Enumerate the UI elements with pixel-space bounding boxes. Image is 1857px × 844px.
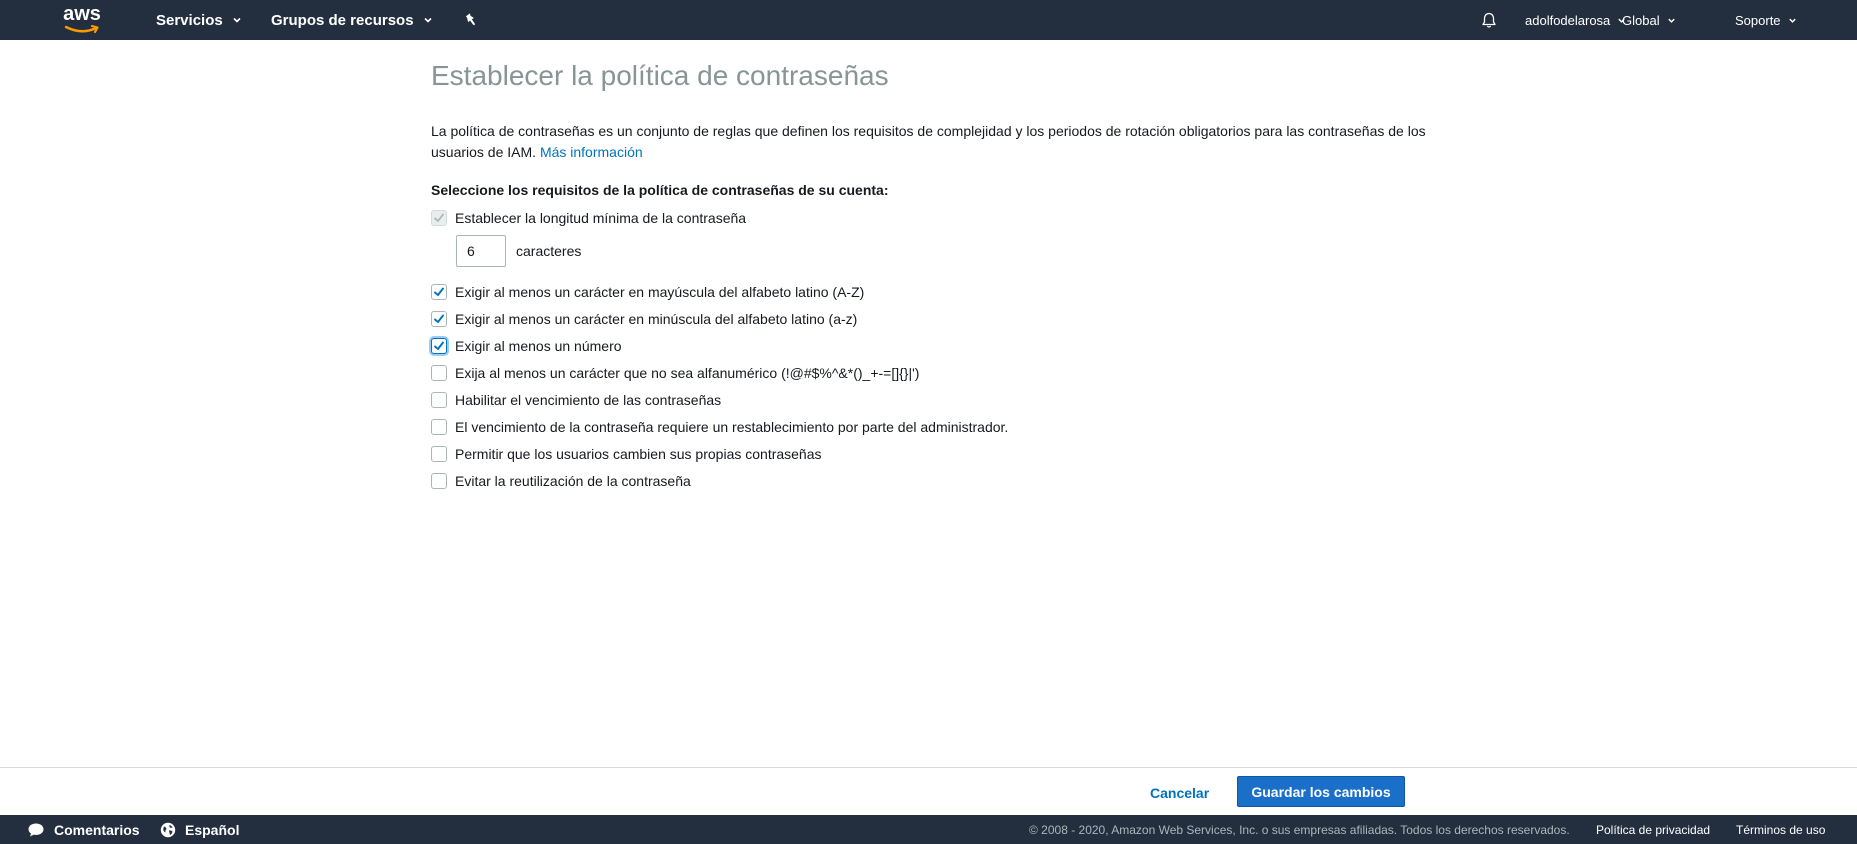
prevent-reuse-label: Evitar la reutilización de la contraseña	[455, 472, 691, 489]
bell-icon	[1482, 12, 1496, 28]
cancel-button[interactable]: Cancelar	[1140, 778, 1219, 808]
option-lowercase[interactable]: Exigir al menos un carácter en minúscula…	[431, 305, 1441, 332]
terms-of-use-link[interactable]: Términos de uso	[1736, 815, 1825, 844]
password-policy-form: Establecer la política de contraseñas La…	[431, 58, 1441, 494]
admin-reset-checkbox[interactable]	[431, 418, 447, 435]
user-menu[interactable]: adolfodelarosa	[1525, 0, 1626, 40]
symbol-label: Exija al menos un carácter que no sea al…	[455, 364, 920, 381]
feedback-label: Comentarios	[54, 821, 140, 838]
user-menu-label: adolfodelarosa	[1525, 12, 1611, 28]
number-checkbox[interactable]	[431, 337, 447, 354]
top-navigation-bar: aws Servicios Grupos de recursos adolfod…	[0, 0, 1857, 40]
option-min-length: Establecer la longitud mínima de la cont…	[431, 204, 1441, 231]
lowercase-label: Exigir al menos un carácter en minúscula…	[455, 310, 858, 327]
services-menu[interactable]: Servicios	[156, 0, 242, 40]
chevron-down-icon	[233, 17, 241, 23]
option-number[interactable]: Exigir al menos un número	[431, 332, 1441, 359]
option-admin-reset[interactable]: El vencimiento de la contraseña requiere…	[431, 413, 1441, 440]
expiration-checkbox[interactable]	[431, 391, 447, 408]
console-footer: Comentarios Español © 2008 - 2020, Amazo…	[0, 815, 1857, 844]
symbol-checkbox[interactable]	[431, 364, 447, 381]
intro-paragraph: La política de contraseñas es un conjunt…	[431, 121, 1431, 163]
option-symbol[interactable]: Exija al menos un carácter que no sea al…	[431, 359, 1441, 386]
support-menu-label: Soporte	[1735, 12, 1781, 28]
lowercase-checkbox[interactable]	[431, 310, 447, 327]
privacy-policy-link[interactable]: Política de privacidad	[1596, 815, 1710, 844]
speech-bubble-icon	[28, 823, 44, 836]
option-allow-change[interactable]: Permitir que los usuarios cambien sus pr…	[431, 440, 1441, 467]
chevron-down-icon	[1788, 18, 1796, 23]
pin-button[interactable]	[464, 0, 478, 40]
uppercase-label: Exigir al menos un carácter en mayúscula…	[455, 283, 865, 300]
allow-change-checkbox[interactable]	[431, 445, 447, 462]
min-length-checkbox[interactable]	[431, 209, 447, 226]
requirements-heading: Seleccione los requisitos de la política…	[431, 182, 889, 198]
min-length-input[interactable]	[456, 235, 506, 267]
resource-groups-menu[interactable]: Grupos de recursos	[271, 0, 433, 40]
option-uppercase[interactable]: Exigir al menos un carácter en mayúscula…	[431, 278, 1441, 305]
chevron-down-icon	[1667, 18, 1675, 23]
checkmark-icon	[434, 287, 444, 296]
allow-change-label: Permitir que los usuarios cambien sus pr…	[455, 445, 822, 462]
chevron-down-icon	[423, 17, 432, 23]
prevent-reuse-checkbox[interactable]	[431, 472, 447, 489]
min-length-unit: caracteres	[516, 243, 582, 259]
learn-more-link[interactable]: Más información	[540, 144, 643, 160]
resource-groups-menu-label: Grupos de recursos	[271, 11, 414, 29]
save-changes-button[interactable]: Guardar los cambios	[1237, 776, 1405, 807]
language-label: Español	[185, 821, 240, 838]
language-selector[interactable]: Español	[160, 815, 239, 844]
min-length-label: Establecer la longitud mínima de la cont…	[455, 209, 747, 226]
option-prevent-reuse[interactable]: Evitar la reutilización de la contraseña	[431, 467, 1441, 494]
min-length-row: caracteres	[456, 234, 1441, 268]
feedback-button[interactable]: Comentarios	[27, 815, 140, 844]
copyright-text: © 2008 - 2020, Amazon Web Services, Inc.…	[1029, 822, 1570, 837]
uppercase-checkbox[interactable]	[431, 283, 447, 300]
support-menu[interactable]: Soporte	[1735, 0, 1797, 40]
aws-logo-text: aws	[63, 3, 101, 25]
checkmark-icon	[434, 213, 444, 222]
checkmark-icon	[434, 314, 444, 323]
services-menu-label: Servicios	[156, 11, 223, 29]
globe-icon	[160, 822, 176, 837]
checkmark-icon	[434, 341, 444, 350]
region-menu-label: Global	[1622, 12, 1660, 28]
option-expiration[interactable]: Habilitar el vencimiento de las contrase…	[431, 386, 1441, 413]
form-action-bar: Cancelar Guardar los cambios	[0, 767, 1857, 815]
expiration-label: Habilitar el vencimiento de las contrase…	[455, 391, 722, 408]
notifications-button[interactable]	[1481, 0, 1497, 40]
pin-icon	[465, 13, 475, 26]
region-menu[interactable]: Global	[1622, 0, 1676, 40]
aws-logo[interactable]: aws	[60, 4, 104, 36]
admin-reset-label: El vencimiento de la contraseña requiere…	[455, 418, 1009, 435]
number-label: Exigir al menos un número	[455, 337, 622, 354]
aws-smile-icon	[64, 24, 99, 34]
page-title: Establecer la política de contraseñas	[431, 60, 889, 91]
